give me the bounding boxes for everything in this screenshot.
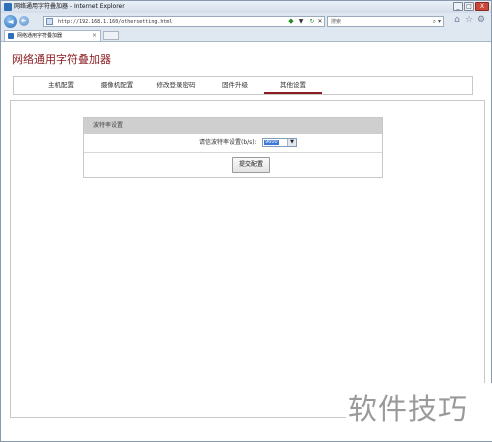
baud-rate-panel: 波特率设置 请信波特率设置(b/s): 9600 ▼ 提交配置: [83, 117, 383, 178]
forward-button[interactable]: ►: [19, 16, 29, 26]
address-bar[interactable]: http://192.168.1.160/othersetting.html ◆…: [43, 16, 325, 27]
tab-other-settings[interactable]: 其他设置: [264, 77, 322, 94]
search-box[interactable]: 搜索 ⌕ ▾: [327, 16, 444, 27]
page-icon: [46, 18, 53, 25]
address-dropdown-icon[interactable]: ▼: [297, 18, 305, 25]
baud-rate-select[interactable]: 9600 ▼: [262, 138, 297, 147]
stop-icon[interactable]: ✕: [316, 18, 324, 25]
window-title: 网络通用字符叠加器 - Internet Explorer: [14, 3, 125, 10]
tab-firmware-upgrade[interactable]: 固件升级: [210, 77, 260, 94]
compatibility-view-icon[interactable]: ◆: [287, 18, 295, 25]
submit-config-button[interactable]: 提交配置: [232, 157, 270, 173]
tab-close-icon[interactable]: ×: [92, 31, 97, 41]
main-menu: 主机配置 摄像机配置 修改登录密码 固件升级 其他设置: [13, 76, 473, 95]
maximize-button[interactable]: □: [464, 2, 474, 11]
search-icon[interactable]: ⌕ ▾: [433, 17, 441, 27]
home-icon[interactable]: ⌂: [452, 15, 462, 26]
web-page: 网络通用字符叠加器 主机配置 摄像机配置 修改登录密码 固件升级 其他设置 波特…: [2, 42, 490, 441]
navigation-bar: ◄ ► http://192.168.1.160/othersetting.ht…: [1, 13, 491, 30]
tab-strip: 网络通用字符叠加器 ×: [1, 30, 491, 42]
settings-gear-icon[interactable]: ⚙: [476, 15, 486, 26]
favorites-star-icon[interactable]: ☆: [464, 15, 474, 26]
panel-title: 波特率设置: [93, 122, 124, 129]
browser-window: 网络通用字符叠加器 - Internet Explorer _ □ X ◄ ► …: [0, 0, 492, 442]
refresh-icon[interactable]: ↻: [308, 18, 316, 25]
tab-camera-config[interactable]: 摄像机配置: [90, 77, 144, 94]
watermark-text: 软件技巧: [348, 392, 469, 426]
close-button[interactable]: X: [475, 2, 489, 11]
new-tab-button[interactable]: [103, 31, 119, 40]
tab-host-config[interactable]: 主机配置: [34, 77, 88, 94]
minimize-button[interactable]: _: [453, 2, 463, 11]
watermark: 软件技巧: [346, 383, 492, 441]
baud-rate-label: 请信波特率设置(b/s):: [199, 139, 257, 146]
tab-change-password[interactable]: 修改登录密码: [146, 77, 206, 94]
address-url[interactable]: http://192.168.1.160/othersetting.html: [58, 17, 172, 27]
tab-page-icon: [8, 33, 14, 39]
content-area: 波特率设置 请信波特率设置(b/s): 9600 ▼ 提交配置: [10, 100, 485, 418]
page-title: 网络通用字符叠加器: [12, 53, 111, 66]
tab-title: 网络通用字符叠加器: [17, 33, 63, 39]
back-button[interactable]: ◄: [4, 15, 17, 28]
panel-header: 波特率设置: [84, 118, 382, 134]
title-bar: 网络通用字符叠加器 - Internet Explorer _ □ X: [1, 1, 491, 13]
browser-tab[interactable]: 网络通用字符叠加器 ×: [4, 30, 101, 41]
baud-rate-value: 9600: [264, 139, 279, 145]
ie-logo-icon: [4, 3, 12, 11]
baud-rate-row: 请信波特率设置(b/s): 9600 ▼: [84, 134, 382, 153]
search-placeholder: 搜索: [331, 19, 342, 25]
chevron-down-icon[interactable]: ▼: [287, 139, 296, 146]
